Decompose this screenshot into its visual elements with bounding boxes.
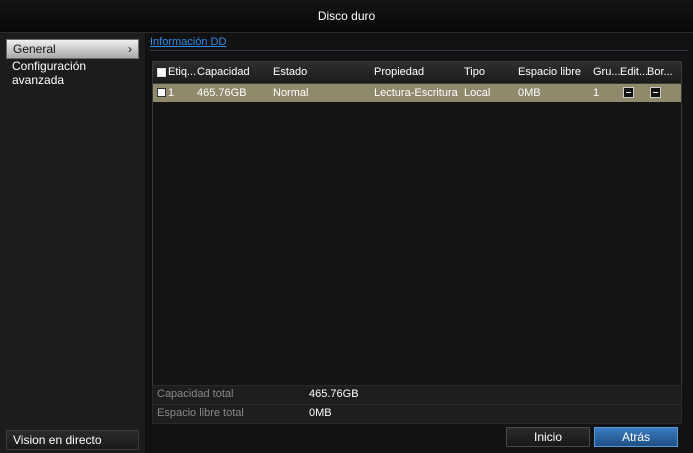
edit-icon[interactable] (623, 87, 634, 98)
cell-capacity: 465.76GB (197, 87, 247, 99)
total-free-space-label: Espacio libre total (157, 407, 244, 419)
column-header-capacity: Capacidad (197, 66, 250, 78)
cell-label: 1 (168, 87, 175, 99)
cell-group: 1 (593, 87, 600, 99)
cell-free-space: 0MB (518, 87, 541, 99)
table-row[interactable]: 1 465.76GB Normal Lectura-Escritura Loca… (153, 84, 681, 102)
total-capacity-label: Capacidad total (157, 388, 234, 400)
column-header-delete: Bor... (647, 66, 673, 78)
delete-icon[interactable] (650, 87, 661, 98)
column-header-free-space: Espacio libre (518, 66, 581, 78)
table-header: Etiq... Capacidad Estado Propiedad Tipo … (153, 62, 681, 84)
total-capacity-row: Capacidad total 465.76GB (152, 385, 682, 405)
sidebar-item-general[interactable]: General › (6, 39, 139, 59)
window-title: Disco duro (0, 0, 693, 33)
sidebar: General › Configuración avanzada Vision … (0, 33, 145, 453)
column-header-status: Estado (273, 66, 308, 78)
cell-type: Local (464, 87, 491, 99)
chevron-right-icon: › (128, 42, 132, 56)
column-header-property: Propiedad (374, 66, 425, 78)
column-header-group: Gru... (593, 66, 621, 78)
sidebar-item-label: Configuración avanzada (12, 59, 87, 87)
live-view-button[interactable]: Vision en directo (6, 430, 139, 450)
tab-divider (150, 50, 688, 51)
hdd-table: Etiq... Capacidad Estado Propiedad Tipo … (152, 61, 682, 411)
back-button[interactable]: Atrás (594, 427, 678, 447)
sidebar-item-label: General (13, 42, 56, 56)
total-free-space-row: Espacio libre total 0MB (152, 404, 682, 424)
cell-status: Normal (273, 87, 309, 99)
cell-property: Lectura-Escritura (374, 87, 458, 99)
total-free-space-value: 0MB (309, 407, 332, 419)
column-header-edit: Edit... (620, 66, 648, 78)
column-header-type: Tipo (464, 66, 485, 78)
select-all-checkbox[interactable] (157, 68, 166, 77)
tab-informacion-dd[interactable]: Información DD (150, 36, 226, 48)
main-panel: Información DD Etiq... Capacidad Estado … (146, 33, 693, 453)
total-capacity-value: 465.76GB (309, 388, 359, 400)
home-button[interactable]: Inicio (506, 427, 590, 447)
sidebar-item-configuracion-avanzada[interactable]: Configuración avanzada (6, 59, 139, 87)
row-checkbox[interactable] (157, 88, 166, 97)
